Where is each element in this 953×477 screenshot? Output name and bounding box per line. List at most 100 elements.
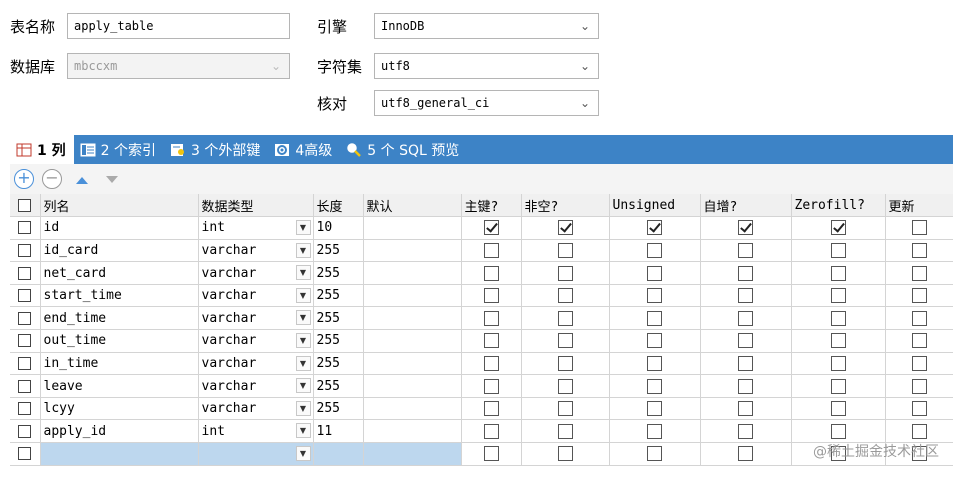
primary-key-checkbox[interactable]	[483, 220, 499, 236]
column-name-cell[interactable]: id	[40, 216, 199, 240]
dropdown-arrow-icon[interactable]: ▼	[295, 355, 311, 371]
tab-foreign-keys[interactable]: 3 个外部键	[164, 135, 268, 164]
header-update[interactable]: 更新	[885, 194, 953, 218]
dropdown-arrow-icon[interactable]: ▼	[295, 423, 311, 439]
header-auto-increment[interactable]: 自增?	[700, 194, 792, 218]
table-row[interactable]: ▼	[10, 442, 953, 466]
dropdown-arrow-icon[interactable]: ▼	[295, 265, 311, 281]
table-row[interactable]: out_time varchar ▼ 255	[10, 329, 953, 353]
row-select-checkbox[interactable]	[18, 402, 32, 416]
not-null-checkbox[interactable]	[557, 401, 573, 417]
row-select-cell[interactable]	[10, 397, 41, 421]
data-type-cell[interactable]: varchar ▼	[198, 261, 314, 285]
row-select-checkbox[interactable]	[18, 424, 32, 438]
update-checkbox[interactable]	[911, 220, 927, 236]
table-row[interactable]: lcyy varchar ▼ 255	[10, 397, 953, 421]
table-row[interactable]: start_time varchar ▼ 255	[10, 284, 953, 308]
auto-increment-checkbox[interactable]	[738, 355, 753, 371]
primary-key-checkbox[interactable]	[483, 288, 499, 304]
auto-increment-checkbox[interactable]	[738, 401, 753, 417]
update-checkbox[interactable]	[911, 265, 927, 281]
not-null-checkbox[interactable]	[557, 288, 573, 304]
not-null-checkbox[interactable]	[557, 242, 573, 258]
zerofill-checkbox[interactable]	[830, 242, 846, 258]
update-checkbox[interactable]	[911, 333, 927, 349]
table-row[interactable]: net_card varchar ▼ 255	[10, 261, 953, 285]
column-name-cell[interactable]: leave	[40, 374, 199, 398]
zerofill-checkbox[interactable]	[830, 310, 846, 326]
unsigned-checkbox[interactable]	[647, 355, 662, 371]
header-length[interactable]: 长度	[313, 194, 364, 218]
dropdown-arrow-icon[interactable]: ▼	[295, 242, 311, 258]
auto-increment-checkbox[interactable]	[738, 378, 753, 394]
not-null-checkbox[interactable]	[557, 220, 573, 236]
engine-select[interactable]: InnoDB ⌄	[374, 13, 599, 39]
length-cell[interactable]: 255	[313, 329, 364, 353]
row-select-cell[interactable]	[10, 374, 41, 398]
not-null-checkbox[interactable]	[557, 355, 573, 371]
zerofill-checkbox[interactable]	[830, 355, 846, 371]
row-select-cell[interactable]	[10, 216, 41, 240]
dropdown-arrow-icon[interactable]: ▼	[295, 446, 311, 462]
row-select-cell[interactable]	[10, 239, 41, 263]
header-primary-key[interactable]: 主键?	[461, 194, 522, 218]
table-row[interactable]: in_time varchar ▼ 255	[10, 352, 953, 376]
length-cell[interactable]: 10	[313, 216, 364, 240]
data-type-cell[interactable]: ▼	[198, 442, 314, 466]
data-type-cell[interactable]: int ▼	[198, 419, 314, 444]
arrow-up-icon[interactable]	[76, 177, 88, 184]
zerofill-checkbox[interactable]	[830, 423, 846, 439]
update-checkbox[interactable]	[911, 288, 927, 304]
dropdown-arrow-icon[interactable]: ▼	[295, 400, 311, 416]
auto-increment-checkbox[interactable]	[738, 288, 753, 304]
length-cell[interactable]: 255	[313, 306, 364, 331]
default-cell[interactable]	[363, 419, 462, 444]
default-cell[interactable]	[363, 284, 462, 308]
length-cell[interactable]: 255	[313, 397, 364, 421]
length-cell[interactable]: 255	[313, 374, 364, 398]
column-name-cell[interactable]: out_time	[40, 329, 199, 353]
data-type-cell[interactable]: varchar ▼	[198, 306, 314, 331]
plus-circle-icon[interactable]: +	[14, 169, 34, 189]
primary-key-checkbox[interactable]	[483, 310, 499, 326]
not-null-checkbox[interactable]	[557, 310, 573, 326]
update-checkbox[interactable]	[911, 310, 927, 326]
default-cell[interactable]	[363, 352, 462, 376]
primary-key-checkbox[interactable]	[483, 423, 499, 439]
row-select-cell[interactable]	[10, 306, 41, 331]
row-select-checkbox[interactable]	[18, 356, 32, 370]
primary-key-checkbox[interactable]	[483, 446, 499, 462]
tab-sql-preview[interactable]: 5 个 SQL 预览	[340, 135, 467, 164]
primary-key-checkbox[interactable]	[483, 265, 499, 281]
header-zerofill[interactable]: Zerofill?	[791, 194, 886, 218]
primary-key-checkbox[interactable]	[483, 242, 499, 258]
zerofill-checkbox[interactable]	[830, 333, 846, 349]
unsigned-checkbox[interactable]	[647, 242, 662, 258]
default-cell[interactable]	[363, 374, 462, 398]
unsigned-checkbox[interactable]	[647, 423, 662, 439]
auto-increment-checkbox[interactable]	[738, 446, 753, 462]
data-type-cell[interactable]: varchar ▼	[198, 352, 314, 376]
update-checkbox[interactable]	[911, 423, 927, 439]
data-type-cell[interactable]: varchar ▼	[198, 374, 314, 398]
row-select-checkbox[interactable]	[18, 334, 32, 348]
row-select-cell[interactable]	[10, 329, 41, 353]
not-null-checkbox[interactable]	[557, 265, 573, 281]
charset-select[interactable]: utf8 ⌄	[374, 53, 599, 79]
tab-columns[interactable]: 1 列	[10, 135, 74, 164]
default-cell[interactable]	[363, 261, 462, 285]
update-checkbox[interactable]	[911, 242, 927, 258]
default-cell[interactable]	[363, 329, 462, 353]
primary-key-checkbox[interactable]	[483, 333, 499, 349]
select-all-cell[interactable]	[10, 194, 41, 218]
column-name-cell[interactable]: lcyy	[40, 397, 199, 421]
row-select-checkbox[interactable]	[18, 311, 32, 325]
length-cell[interactable]: 255	[313, 261, 364, 285]
row-select-cell[interactable]	[10, 419, 41, 444]
auto-increment-checkbox[interactable]	[738, 242, 753, 258]
column-name-cell[interactable]: id_card	[40, 239, 199, 263]
unsigned-checkbox[interactable]	[647, 310, 662, 326]
column-name-cell[interactable]: end_time	[40, 306, 199, 331]
data-type-cell[interactable]: varchar ▼	[198, 397, 314, 421]
data-type-cell[interactable]: varchar ▼	[198, 284, 314, 308]
